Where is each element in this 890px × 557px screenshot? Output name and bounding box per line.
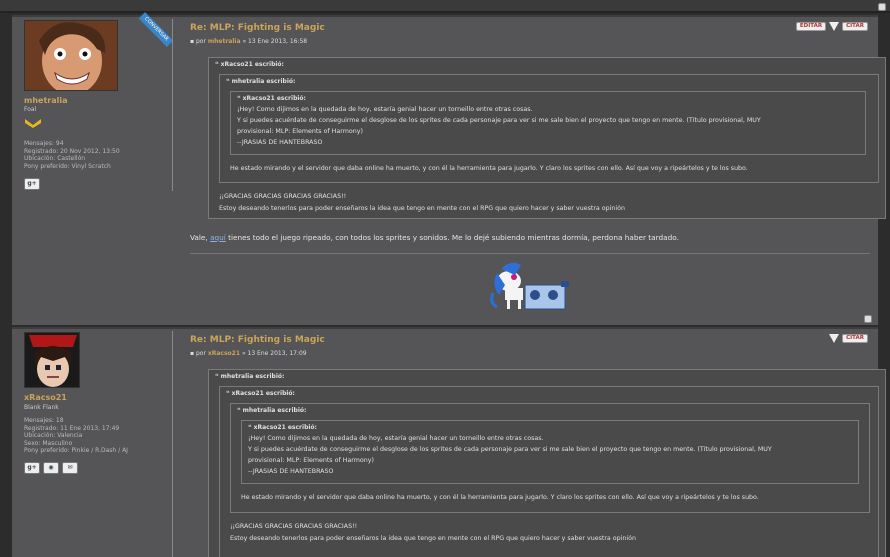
stat-line: Mensajes: 94 (24, 140, 64, 147)
quote-line: Estoy deseando tenerlos para poder enseñ… (219, 205, 625, 212)
forum-post: CONVERSAR mhetralia Foal Mensajes: 94 Re… (12, 12, 886, 325)
quote-header: xRacso21 escribió: (248, 424, 317, 431)
social-links: g+ ◉ ✉ (24, 462, 78, 474)
post-title[interactable]: Re: MLP: Fighting is Magic (190, 23, 325, 33)
quote-header: xRacso21 escribió: (215, 61, 284, 68)
stat-line: Sexo: Masculino (24, 439, 73, 447)
quote-header: mhetralia escribió: (226, 78, 296, 85)
social-links: g+ (24, 178, 40, 190)
post-body: Re: MLP: Fighting is Magic ▪ por xRacso2… (187, 329, 886, 557)
post-profile: CONVERSAR mhetralia Foal Mensajes: 94 Re… (12, 12, 174, 325)
post-actions: EDITAR CITAR (795, 22, 868, 31)
stat-line: Mensajes: 18 (24, 417, 64, 424)
download-link[interactable]: aquí (210, 233, 226, 242)
meta-author[interactable]: mhetralia (208, 38, 241, 45)
profile-icon[interactable]: ◉ (43, 462, 59, 474)
stat-line: Ubicación: Valencia (24, 432, 83, 439)
post-icon: ▪ (190, 350, 195, 357)
quote-block: xRacso21 escribió: mhetralia escribió: x… (208, 57, 886, 219)
quote-header: xRacso21 escribió: (237, 95, 306, 102)
post-meta: ▪ por xRacso21 » 13 Ene 2013, 17:09 (190, 350, 307, 357)
quote-line: Y si puedes acuérdate de conseguirme el … (248, 446, 772, 453)
avatar (24, 332, 80, 388)
quote-line: provisional: MLP: Elements of Harmony) (237, 128, 363, 135)
edit-button[interactable]: EDITAR (795, 22, 827, 31)
quote-header: xRacso21 escribió: (226, 390, 295, 397)
author-rank: Foal (24, 106, 37, 113)
post-message: Vale, aquí tienes todo el juego ripeado,… (190, 233, 679, 242)
post-profile: xRacso21 Blank Flank Mensajes: 18 Regist… (12, 329, 172, 557)
quote-line: He estado mirando y el servidor que daba… (230, 165, 748, 172)
author-stats: Mensajes: 18 Registrado: 11 Ene 2013, 17… (24, 417, 128, 455)
author-name[interactable]: xRacso21 (24, 393, 67, 402)
divider (172, 331, 173, 557)
quote-button[interactable]: CITAR (842, 334, 868, 343)
quote-line: ¡¡GRACIAS GRACIAS GRACIAS GRACIAS!! (230, 523, 358, 530)
rank-chevron-icon (25, 119, 41, 128)
message-icon[interactable]: ✉ (62, 462, 78, 474)
quote-block: xRacso21 escribió: ¡Hey! Como dijimos en… (230, 91, 866, 155)
message-text: Vale, (190, 233, 208, 242)
report-icon[interactable] (829, 334, 840, 343)
gplus-icon[interactable]: g+ (24, 178, 40, 190)
meta-date: » 13 Ene 2013, 17:09 (241, 350, 307, 357)
meta-prefix: por (196, 350, 206, 357)
quote-block: xRacso21 escribió: mhetralia escribió: x… (219, 386, 879, 557)
quote-line: --JRASIAS DE HANTEBRASO (248, 468, 334, 475)
author-rank: Blank Flank (24, 404, 59, 411)
quote-block: mhetralia escribió: xRacso21 escribió: ¡… (230, 403, 870, 513)
quote-block: xRacso21 escribió: ¡Hey! Como dijimos en… (241, 420, 859, 484)
signature-image (490, 262, 569, 310)
quote-line: Y si puedes acuérdate de conseguirme el … (237, 117, 761, 124)
meta-author[interactable]: xRacso21 (208, 350, 240, 357)
online-ribbon: CONVERSAR (138, 12, 174, 47)
author-name[interactable]: mhetralia (24, 96, 68, 105)
stat-line: Pony preferido: Vinyl Scratch (24, 162, 111, 170)
quote-line: ¡Hey! Como dijimos en la quedada de hoy,… (248, 435, 544, 442)
divider (172, 19, 173, 191)
stat-line: Pony preferido: Pinkie / R.Dash / AJ (24, 447, 128, 454)
quote-header: mhetralia escribió: (215, 373, 285, 380)
forum-post: xRacso21 Blank Flank Mensajes: 18 Regist… (12, 327, 886, 557)
quote-line: --JRASIAS DE HANTEBRASO (237, 139, 323, 146)
post-actions: CITAR (829, 334, 868, 343)
post-icon: ▪ (190, 38, 195, 45)
top-corner-icon[interactable] (878, 3, 886, 11)
quote-button[interactable]: CITAR (842, 22, 868, 31)
author-stats: Mensajes: 94 Registrado: 20 Nov 2012, 13… (24, 140, 120, 170)
quote-line: He estado mirando y el servidor que daba… (241, 494, 759, 501)
meta-date: » 13 Ene 2013, 16:58 (242, 38, 308, 45)
signature-divider (190, 253, 870, 254)
quote-line: ¡¡GRACIAS GRACIAS GRACIAS GRACIAS!! (219, 193, 347, 200)
quote-block: mhetralia escribió: xRacso21 escribió: ¡… (219, 74, 879, 183)
message-text: tienes todo el juego ripeado, con todos … (228, 233, 679, 242)
avatar (24, 20, 118, 91)
quote-block: mhetralia escribió: xRacso21 escribió: m… (208, 369, 886, 557)
stat-line: Ubicación: Castellón (24, 155, 86, 162)
post-meta: ▪ por mhetralia » 13 Ene 2013, 16:58 (190, 38, 307, 45)
post-title[interactable]: Re: MLP: Fighting is Magic (190, 335, 325, 345)
stat-line: Registrado: 20 Nov 2012, 13:50 (24, 147, 120, 155)
gplus-icon[interactable]: g+ (24, 462, 40, 474)
report-icon[interactable] (829, 22, 840, 31)
post-body: Re: MLP: Fighting is Magic ▪ por mhetral… (187, 17, 886, 325)
meta-prefix: por (196, 38, 206, 45)
quote-header: mhetralia escribió: (237, 407, 307, 414)
quote-line: ¡Hey! Como dijimos en la quedada de hoy,… (237, 106, 533, 113)
top-bar (0, 0, 890, 13)
stat-line: Registrado: 11 Ene 2013, 17:49 (24, 424, 120, 432)
top-icon[interactable] (864, 315, 872, 323)
quote-line: Estoy deseando tenerlos para poder enseñ… (230, 535, 636, 542)
quote-line: provisional: MLP: Elements of Harmony) (248, 457, 374, 464)
